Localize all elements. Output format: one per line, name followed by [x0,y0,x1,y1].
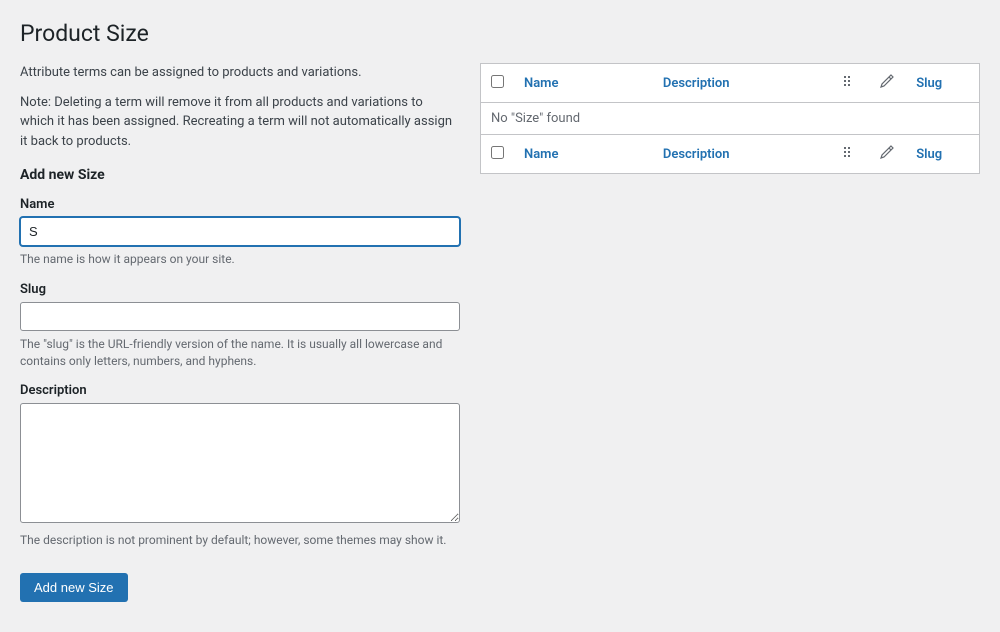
select-all-footer-checkbox[interactable] [491,146,504,159]
reorder-icon-footer [830,135,868,174]
left-panel: Attribute terms can be assigned to produ… [20,63,460,602]
name-sort-link[interactable]: Name [524,76,558,91]
name-footer-sort-link[interactable]: Name [524,147,558,162]
slug-input[interactable] [20,302,460,331]
intro-text: Attribute terms can be assigned to produ… [20,63,460,83]
select-all-footer-header [481,135,515,174]
description-footer-sort-link[interactable]: Description [663,147,730,162]
select-all-checkbox[interactable] [491,75,504,88]
reorder-icon-header [830,64,868,103]
name-input[interactable] [20,217,460,246]
terms-table: Name Description [480,63,980,174]
note-text: Note: Deleting a term will remove it fro… [20,93,460,152]
description-label: Description [20,383,460,398]
slug-column-header[interactable]: Slug [906,64,979,103]
reorder-icon [840,79,858,94]
name-field-group: Name The name is how it appears on your … [20,197,460,268]
slug-footer-sort-link[interactable]: Slug [916,147,942,162]
name-label: Name [20,197,460,212]
description-sort-link[interactable]: Description [663,76,730,91]
no-items-row: No "Size" found [481,103,980,135]
slug-hint: The "slug" is the URL-friendly version o… [20,336,460,370]
description-footer-header[interactable]: Description [653,135,830,174]
page-title: Product Size [20,20,980,47]
edit-icon-footer [868,135,906,174]
description-field-group: Description The description is not promi… [20,383,460,549]
table-header-row: Name Description [481,64,980,103]
reorder-icon-footer-icon [840,150,858,165]
slug-sort-link[interactable]: Slug [916,76,942,91]
description-column-header[interactable]: Description [653,64,830,103]
right-panel: Name Description [480,63,980,174]
select-all-header [481,64,515,103]
edit-icon [878,79,896,94]
slug-footer-header[interactable]: Slug [906,135,979,174]
name-column-header[interactable]: Name [514,64,653,103]
name-footer-header[interactable]: Name [514,135,653,174]
add-new-size-button[interactable]: Add new Size [20,573,128,602]
no-items-message: No "Size" found [481,103,980,135]
slug-field-group: Slug The "slug" is the URL-friendly vers… [20,282,460,370]
description-hint: The description is not prominent by defa… [20,532,460,549]
slug-label: Slug [20,282,460,297]
edit-icon-header [868,64,906,103]
add-new-heading: Add new Size [20,167,460,183]
table-footer-row: Name Description [481,135,980,174]
edit-icon-footer-icon [878,150,896,165]
name-hint: The name is how it appears on your site. [20,251,460,268]
description-textarea[interactable] [20,403,460,523]
